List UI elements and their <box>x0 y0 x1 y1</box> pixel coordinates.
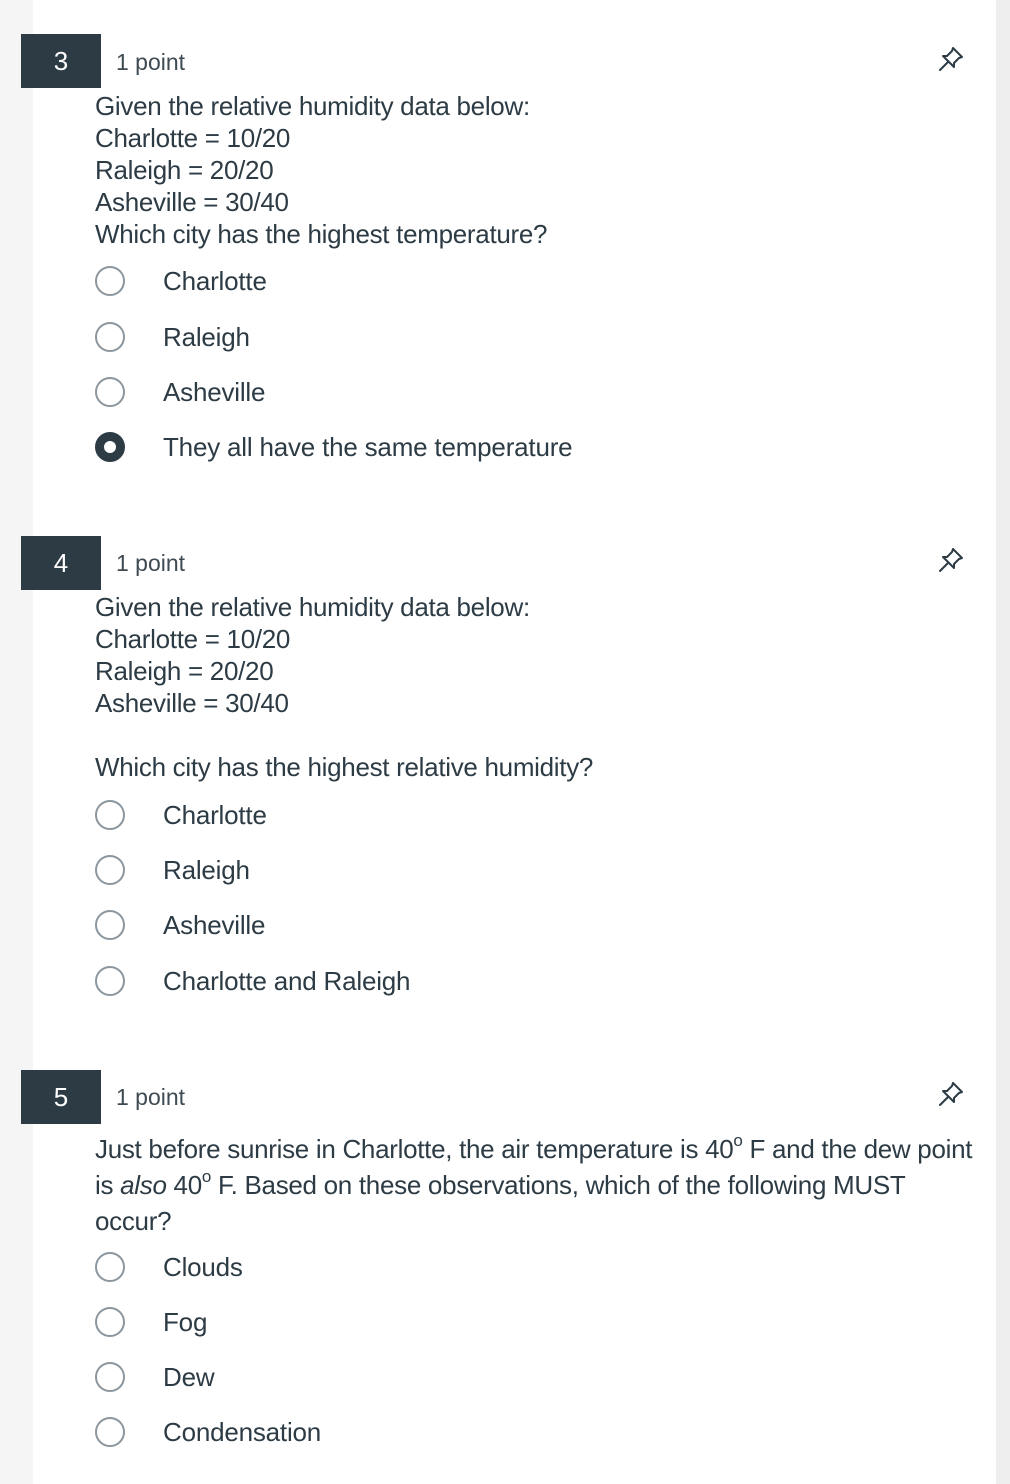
question-number-badge: 4 <box>21 536 101 590</box>
answer-option[interactable]: Raleigh <box>95 319 795 355</box>
radio-button[interactable] <box>95 322 125 352</box>
question-text-line: Raleigh = 20/20 <box>95 656 274 686</box>
question-points: 1 point <box>116 550 186 576</box>
answer-option[interactable]: Raleigh <box>95 852 795 888</box>
pin-icon[interactable] <box>936 545 966 575</box>
answer-option-label: Raleigh <box>163 854 250 885</box>
question-text-line: Which city has the highest relative humi… <box>95 752 594 782</box>
page-left-gutter <box>0 0 33 1484</box>
answer-option[interactable]: Charlotte <box>95 263 795 299</box>
answer-option-label: Asheville <box>163 376 266 407</box>
answer-option[interactable]: Dew <box>95 1359 795 1395</box>
answer-option[interactable]: Condensation <box>95 1414 795 1450</box>
answer-option-label: Clouds <box>163 1251 243 1282</box>
question-text: Given the relative humidity data below: … <box>95 591 975 783</box>
question-text-line: Raleigh = 20/20 <box>95 155 274 185</box>
question-text: Given the relative humidity data below: … <box>95 90 975 250</box>
answer-option[interactable]: Fog <box>95 1304 795 1340</box>
question-text-line: Given the relative humidity data below: <box>95 592 530 622</box>
answer-option-label: Dew <box>163 1361 215 1392</box>
answer-option[interactable]: Asheville <box>95 374 795 410</box>
question-text-line: Which city has the highest temperature? <box>95 219 548 249</box>
question-text-line: Asheville = 30/40 <box>95 688 289 718</box>
answer-option-label: Asheville <box>163 909 266 940</box>
answer-option-label: Charlotte <box>163 265 267 296</box>
answer-option[interactable]: They all have the same temperature <box>95 429 795 465</box>
radio-button[interactable] <box>95 855 125 885</box>
radio-button[interactable] <box>95 910 125 940</box>
answer-option-label: Fog <box>163 1306 208 1337</box>
radio-button[interactable] <box>95 966 125 996</box>
radio-button[interactable] <box>95 266 125 296</box>
answer-option-label: They all have the same temperature <box>163 431 573 462</box>
answer-option-label: Condensation <box>163 1416 322 1447</box>
question-text-line: Charlotte = 10/20 <box>95 123 291 153</box>
answer-option[interactable]: Charlotte <box>95 797 795 833</box>
question-text-part: F. Based on these observations, which of… <box>95 1170 906 1236</box>
question-points: 1 point <box>116 1084 186 1110</box>
answer-option[interactable]: Charlotte and Raleigh <box>95 963 795 999</box>
pin-icon[interactable] <box>936 1079 966 1109</box>
degree-symbol: o <box>733 1131 743 1151</box>
answer-option-label: Raleigh <box>163 321 250 352</box>
question-text: Just before sunrise in Charlotte, the ai… <box>95 1131 975 1239</box>
radio-button[interactable] <box>95 1362 125 1392</box>
scrollbar-track[interactable] <box>996 0 1010 1484</box>
question-number-badge: 3 <box>21 34 101 88</box>
question-text-part: Just before sunrise in Charlotte, the ai… <box>95 1134 734 1164</box>
question-text-line: Charlotte = 10/20 <box>95 624 291 654</box>
answer-option[interactable]: Clouds <box>95 1249 795 1285</box>
question-text-spacer <box>95 719 975 751</box>
radio-button[interactable] <box>95 1417 125 1447</box>
answer-option-label: Charlotte <box>163 799 267 830</box>
radio-button[interactable] <box>95 800 125 830</box>
degree-symbol: o <box>201 1167 212 1187</box>
pin-icon[interactable] <box>936 44 966 74</box>
question-number-badge: 5 <box>21 1070 101 1124</box>
answer-option-label: Charlotte and Raleigh <box>163 965 411 996</box>
answer-option[interactable]: Asheville <box>95 907 795 943</box>
question-text-line: Asheville = 30/40 <box>95 187 289 217</box>
radio-button[interactable] <box>95 377 125 407</box>
radio-button[interactable] <box>95 1252 125 1282</box>
question-text-part: 40 <box>166 1170 203 1200</box>
question-points: 1 point <box>116 49 186 75</box>
question-text-line: Given the relative humidity data below: <box>95 91 530 121</box>
radio-button[interactable] <box>95 1307 125 1337</box>
radio-button-selected[interactable] <box>95 432 125 462</box>
question-text-emphasis: also <box>120 1170 167 1200</box>
